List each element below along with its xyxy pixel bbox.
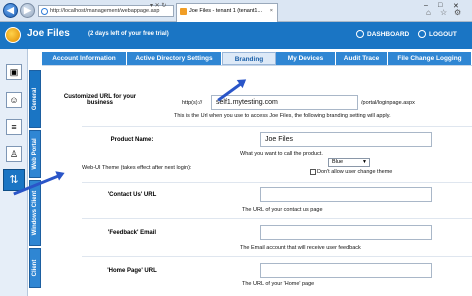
app-logo-icon — [5, 27, 21, 43]
close-tab-icon[interactable]: × — [270, 4, 273, 18]
dont-allow-theme-label: Don't allow user change theme — [317, 169, 393, 175]
theme-label: Web-UI Theme (takes effect after next lo… — [82, 165, 192, 171]
trial-text: (2 days left of your free trial) — [88, 31, 169, 37]
rail-report-icon[interactable]: ≡ — [6, 119, 22, 135]
dashboard-icon — [356, 30, 364, 38]
url-prefix: http(s):// — [182, 100, 203, 106]
rail-folder-icon[interactable]: ▣ — [6, 64, 22, 80]
tab-bar: Account Information Active Directory Set… — [42, 52, 472, 65]
logout-label: LOGOUT — [429, 30, 457, 38]
custom-url-description: This is the Url when you use to access J… — [174, 113, 391, 119]
forward-button[interactable]: ▶ — [20, 3, 35, 18]
vtab-client-label: Client — [32, 259, 38, 277]
feedback-email-description: The Email account that will receive user… — [240, 245, 361, 251]
divider — [82, 218, 472, 219]
rail-users-icon[interactable]: ☺ — [6, 92, 22, 108]
contact-url-input[interactable] — [260, 187, 432, 202]
tab-branding[interactable]: Branding — [222, 52, 276, 65]
feedback-email-label: 'Feedback' Email — [107, 230, 157, 236]
vtab-web-portal-label: Web Portal — [32, 138, 38, 170]
address-url: http://localhost/management/webappage.as… — [50, 8, 160, 14]
dashboard-label: DASHBOARD — [367, 30, 410, 38]
back-button[interactable]: ◀ — [3, 3, 18, 18]
chevron-down-icon: ▼ — [362, 159, 367, 165]
divider — [82, 256, 472, 257]
tab-file-change-logging[interactable]: File Change Logging — [388, 52, 472, 65]
divider — [82, 126, 472, 127]
favicon-icon — [180, 8, 187, 15]
home-icon[interactable]: ⌂ — [426, 8, 431, 17]
icon-rail: ▣ ☺ ≡ ♙ ⇅ — [0, 49, 28, 296]
branding-form: Customized URL for your business http(s)… — [42, 65, 472, 296]
app-header: Joe Files (2 days left of your free tria… — [0, 22, 472, 49]
rail-settings-icon[interactable]: ⇅ — [3, 169, 25, 191]
feedback-email-input[interactable] — [260, 225, 432, 240]
address-tools[interactable]: ▾ ✕ ↻ — [150, 2, 166, 9]
home-url-description: The URL of your 'Home' page — [242, 281, 315, 287]
gear-icon[interactable]: ⚙ — [454, 8, 461, 17]
custom-url-input[interactable]: self1.mytesting.com — [211, 95, 358, 110]
back-icon: ◀ — [7, 5, 14, 15]
vtab-web-portal[interactable]: Web Portal — [29, 130, 41, 178]
ie-icon — [41, 8, 48, 15]
tab-account-information[interactable]: Account Information — [42, 52, 127, 65]
logout-link[interactable]: LOGOUT — [418, 30, 457, 38]
theme-select[interactable]: Blue ▼ — [328, 158, 370, 167]
browser-chrome: ◀ ▶ http://localhost/management/webappag… — [0, 0, 472, 22]
contact-url-description: The URL of your contact us page — [242, 207, 323, 213]
url-suffix: /portal/loginpage.aspx — [361, 100, 415, 106]
browser-tab-title: Joe Files - tenant 1 (tenant1... — [189, 8, 263, 14]
contact-url-label: 'Contact Us' URL — [107, 192, 157, 198]
product-name-input[interactable]: Joe Files — [260, 132, 432, 147]
browser-tab[interactable]: Joe Files - tenant 1 (tenant1... × — [176, 3, 278, 22]
vtab-client[interactable]: Client — [29, 248, 41, 288]
product-name-label: Product Name: — [110, 137, 154, 143]
vtab-windows-client[interactable]: Windows Client — [29, 180, 41, 246]
home-url-label: 'Home Page' URL — [107, 268, 157, 274]
tab-active-directory-settings[interactable]: Active Directory Settings — [127, 52, 222, 65]
vtab-general-label: General — [32, 87, 38, 111]
tab-my-devices[interactable]: My Devices — [276, 52, 336, 65]
star-icon[interactable]: ☆ — [440, 8, 447, 17]
home-url-input[interactable] — [260, 263, 432, 278]
rail-user-icon[interactable]: ♙ — [6, 146, 22, 162]
custom-url-label: Customized URL for your business — [63, 94, 137, 106]
tab-audit-trace[interactable]: Audit Trace — [336, 52, 388, 65]
app-title: Joe Files — [27, 28, 70, 39]
product-name-description: What you want to call the product. — [240, 151, 323, 157]
dont-allow-theme-checkbox[interactable] — [310, 169, 316, 175]
logout-icon — [418, 30, 426, 38]
vtab-windows-client-label: Windows Client — [32, 190, 38, 236]
theme-select-value: Blue — [332, 159, 344, 165]
divider — [82, 182, 472, 183]
vtab-general[interactable]: General — [29, 70, 41, 128]
dashboard-link[interactable]: DASHBOARD — [356, 30, 409, 38]
forward-icon: ▶ — [24, 5, 31, 15]
